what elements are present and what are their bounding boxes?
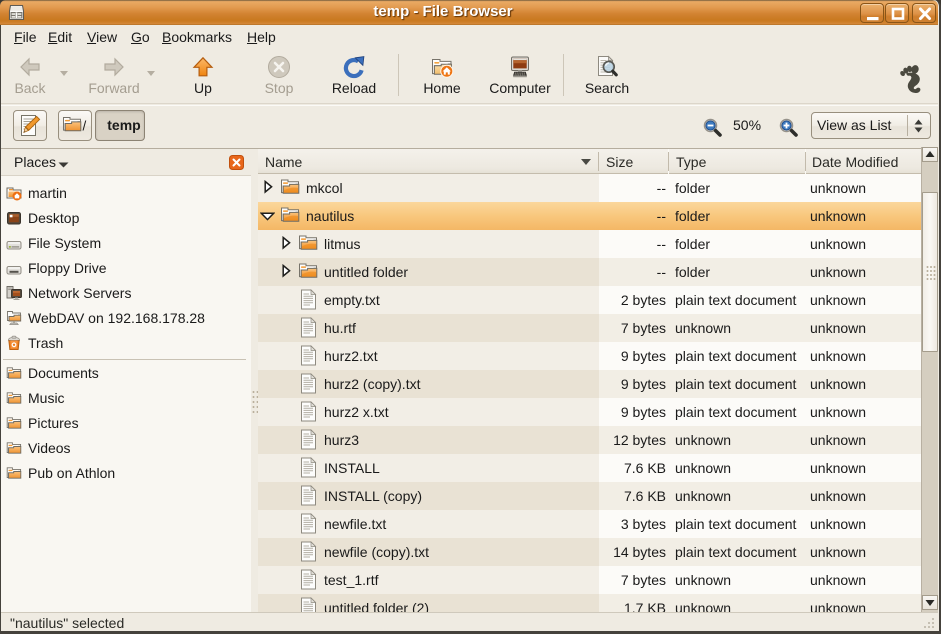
svg-text:/: / <box>83 119 87 134</box>
